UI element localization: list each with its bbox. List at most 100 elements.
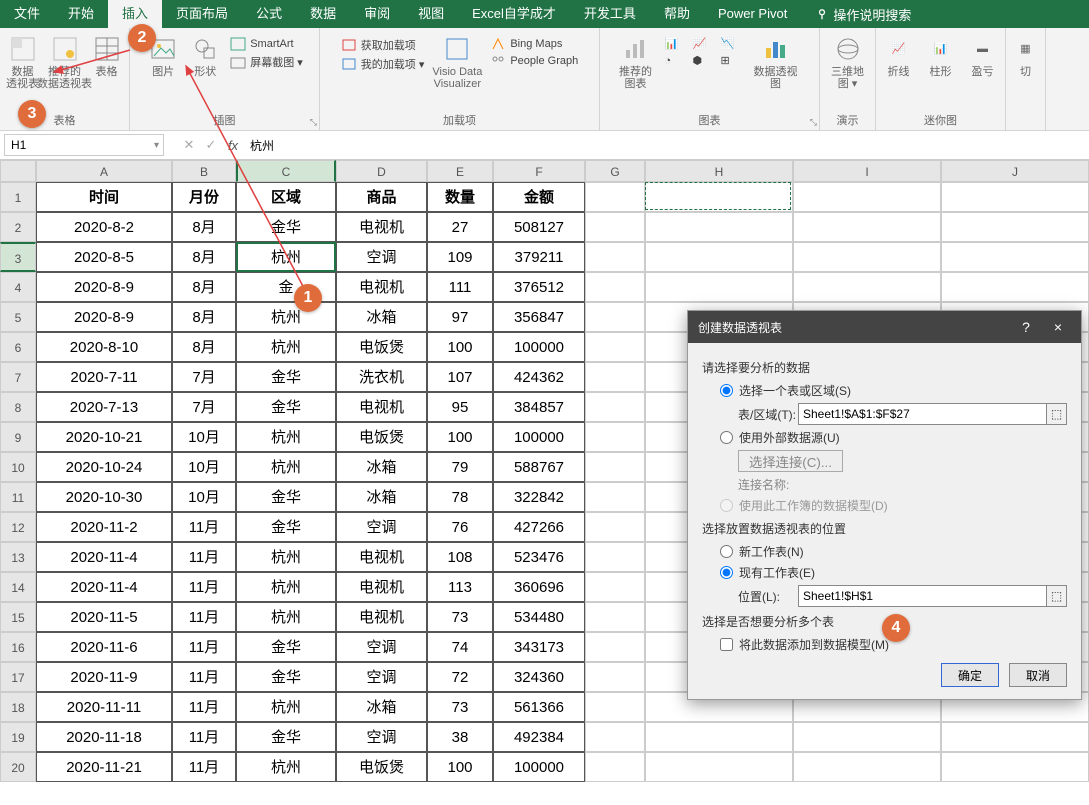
cell-20-C[interactable]: 杭州	[236, 752, 336, 782]
cell-19-E[interactable]: 38	[427, 722, 493, 752]
people-graph-button[interactable]: People Graph	[486, 53, 582, 69]
cell-4-J[interactable]	[941, 272, 1089, 302]
col-header-B[interactable]: B	[172, 160, 236, 182]
cell-19-D[interactable]: 空调	[336, 722, 427, 752]
cell-17-D[interactable]: 空调	[336, 662, 427, 692]
cell-20-B[interactable]: 11月	[172, 752, 236, 782]
cell-17-C[interactable]: 金华	[236, 662, 336, 692]
ok-button[interactable]: 确定	[941, 663, 999, 687]
row-header-16[interactable]: 16	[0, 632, 36, 662]
cell-13-C[interactable]: 杭州	[236, 542, 336, 572]
cell-12-B[interactable]: 11月	[172, 512, 236, 542]
cell-1-D[interactable]: 商品	[336, 182, 427, 212]
cell-13-F[interactable]: 523476	[493, 542, 585, 572]
cell-5-A[interactable]: 2020-8-9	[36, 302, 172, 332]
cell-16-E[interactable]: 74	[427, 632, 493, 662]
formula-input[interactable]	[244, 134, 1089, 156]
cell-14-B[interactable]: 11月	[172, 572, 236, 602]
cell-16-G[interactable]	[585, 632, 645, 662]
cell-9-C[interactable]: 杭州	[236, 422, 336, 452]
cell-3-G[interactable]	[585, 242, 645, 272]
cell-2-B[interactable]: 8月	[172, 212, 236, 242]
cell-7-F[interactable]: 424362	[493, 362, 585, 392]
col-header-I[interactable]: I	[793, 160, 941, 182]
cell-5-B[interactable]: 8月	[172, 302, 236, 332]
tab-home[interactable]: 开始	[54, 0, 108, 28]
cell-12-F[interactable]: 427266	[493, 512, 585, 542]
row-header-17[interactable]: 17	[0, 662, 36, 692]
col-header-G[interactable]: G	[585, 160, 645, 182]
cell-1-J[interactable]	[941, 182, 1089, 212]
cell-1-G[interactable]	[585, 182, 645, 212]
cell-3-A[interactable]: 2020-8-5	[36, 242, 172, 272]
cell-15-B[interactable]: 11月	[172, 602, 236, 632]
slicer-button[interactable]: ▦切	[1005, 32, 1047, 80]
cell-19-J[interactable]	[941, 722, 1089, 752]
cell-4-G[interactable]	[585, 272, 645, 302]
cell-3-I[interactable]	[793, 242, 941, 272]
cell-5-G[interactable]	[585, 302, 645, 332]
charts-launcher-icon[interactable]: ⤡	[810, 117, 817, 128]
col-header-C[interactable]: C	[236, 160, 336, 182]
cell-18-F[interactable]: 561366	[493, 692, 585, 722]
row-header-2[interactable]: 2	[0, 212, 36, 242]
cancel-button[interactable]: 取消	[1009, 663, 1067, 687]
cell-13-A[interactable]: 2020-11-4	[36, 542, 172, 572]
cell-2-F[interactable]: 508127	[493, 212, 585, 242]
cell-9-B[interactable]: 10月	[172, 422, 236, 452]
row-header-5[interactable]: 5	[0, 302, 36, 332]
location-input[interactable]	[798, 585, 1047, 607]
cell-20-G[interactable]	[585, 752, 645, 782]
cell-8-D[interactable]: 电视机	[336, 392, 427, 422]
cell-3-C[interactable]: 杭州	[236, 242, 336, 272]
row-header-1[interactable]: 1	[0, 182, 36, 212]
visio-button[interactable]: Visio Data Visualizer	[428, 32, 486, 92]
cell-14-F[interactable]: 360696	[493, 572, 585, 602]
name-box[interactable]: H1	[4, 134, 164, 156]
bing-maps-button[interactable]: Bing Maps	[486, 36, 582, 52]
cell-17-G[interactable]	[585, 662, 645, 692]
chart-type-3[interactable]: 📉	[717, 36, 743, 51]
cell-11-C[interactable]: 金华	[236, 482, 336, 512]
3dmap-button[interactable]: 三维地 图 ▾	[827, 32, 869, 92]
cell-11-B[interactable]: 10月	[172, 482, 236, 512]
cell-12-E[interactable]: 76	[427, 512, 493, 542]
tab-formulas[interactable]: 公式	[242, 0, 296, 28]
chart-type-2[interactable]: 📈	[689, 36, 715, 51]
cell-15-D[interactable]: 电视机	[336, 602, 427, 632]
cell-15-C[interactable]: 杭州	[236, 602, 336, 632]
cell-2-E[interactable]: 27	[427, 212, 493, 242]
cell-1-E[interactable]: 数量	[427, 182, 493, 212]
cell-9-F[interactable]: 100000	[493, 422, 585, 452]
smartart-button[interactable]: SmartArt	[226, 36, 307, 52]
row-header-7[interactable]: 7	[0, 362, 36, 392]
row-header-18[interactable]: 18	[0, 692, 36, 722]
tab-data[interactable]: 数据	[296, 0, 350, 28]
cell-11-E[interactable]: 78	[427, 482, 493, 512]
cell-15-E[interactable]: 73	[427, 602, 493, 632]
cell-20-D[interactable]: 电饭煲	[336, 752, 427, 782]
cell-7-E[interactable]: 107	[427, 362, 493, 392]
col-header-J[interactable]: J	[941, 160, 1089, 182]
cell-10-D[interactable]: 冰箱	[336, 452, 427, 482]
row-header-6[interactable]: 6	[0, 332, 36, 362]
illus-launcher-icon[interactable]: ⤡	[310, 117, 317, 128]
choose-connection-button[interactable]: 选择连接(C)...	[738, 450, 843, 472]
cell-3-D[interactable]: 空调	[336, 242, 427, 272]
cell-14-G[interactable]	[585, 572, 645, 602]
tab-help[interactable]: 帮助	[650, 0, 704, 28]
cell-2-G[interactable]	[585, 212, 645, 242]
select-all-corner[interactable]	[0, 160, 36, 182]
cell-8-G[interactable]	[585, 392, 645, 422]
cell-11-D[interactable]: 冰箱	[336, 482, 427, 512]
cell-17-A[interactable]: 2020-11-9	[36, 662, 172, 692]
cell-13-E[interactable]: 108	[427, 542, 493, 572]
cell-19-B[interactable]: 11月	[172, 722, 236, 752]
cell-10-A[interactable]: 2020-10-24	[36, 452, 172, 482]
cell-4-I[interactable]	[793, 272, 941, 302]
sparkline-col[interactable]: 📊柱形	[920, 32, 962, 80]
tab-review[interactable]: 审阅	[350, 0, 404, 28]
cell-9-G[interactable]	[585, 422, 645, 452]
recommended-charts-button[interactable]: 推荐的 图表	[615, 32, 657, 92]
cell-16-F[interactable]: 343173	[493, 632, 585, 662]
